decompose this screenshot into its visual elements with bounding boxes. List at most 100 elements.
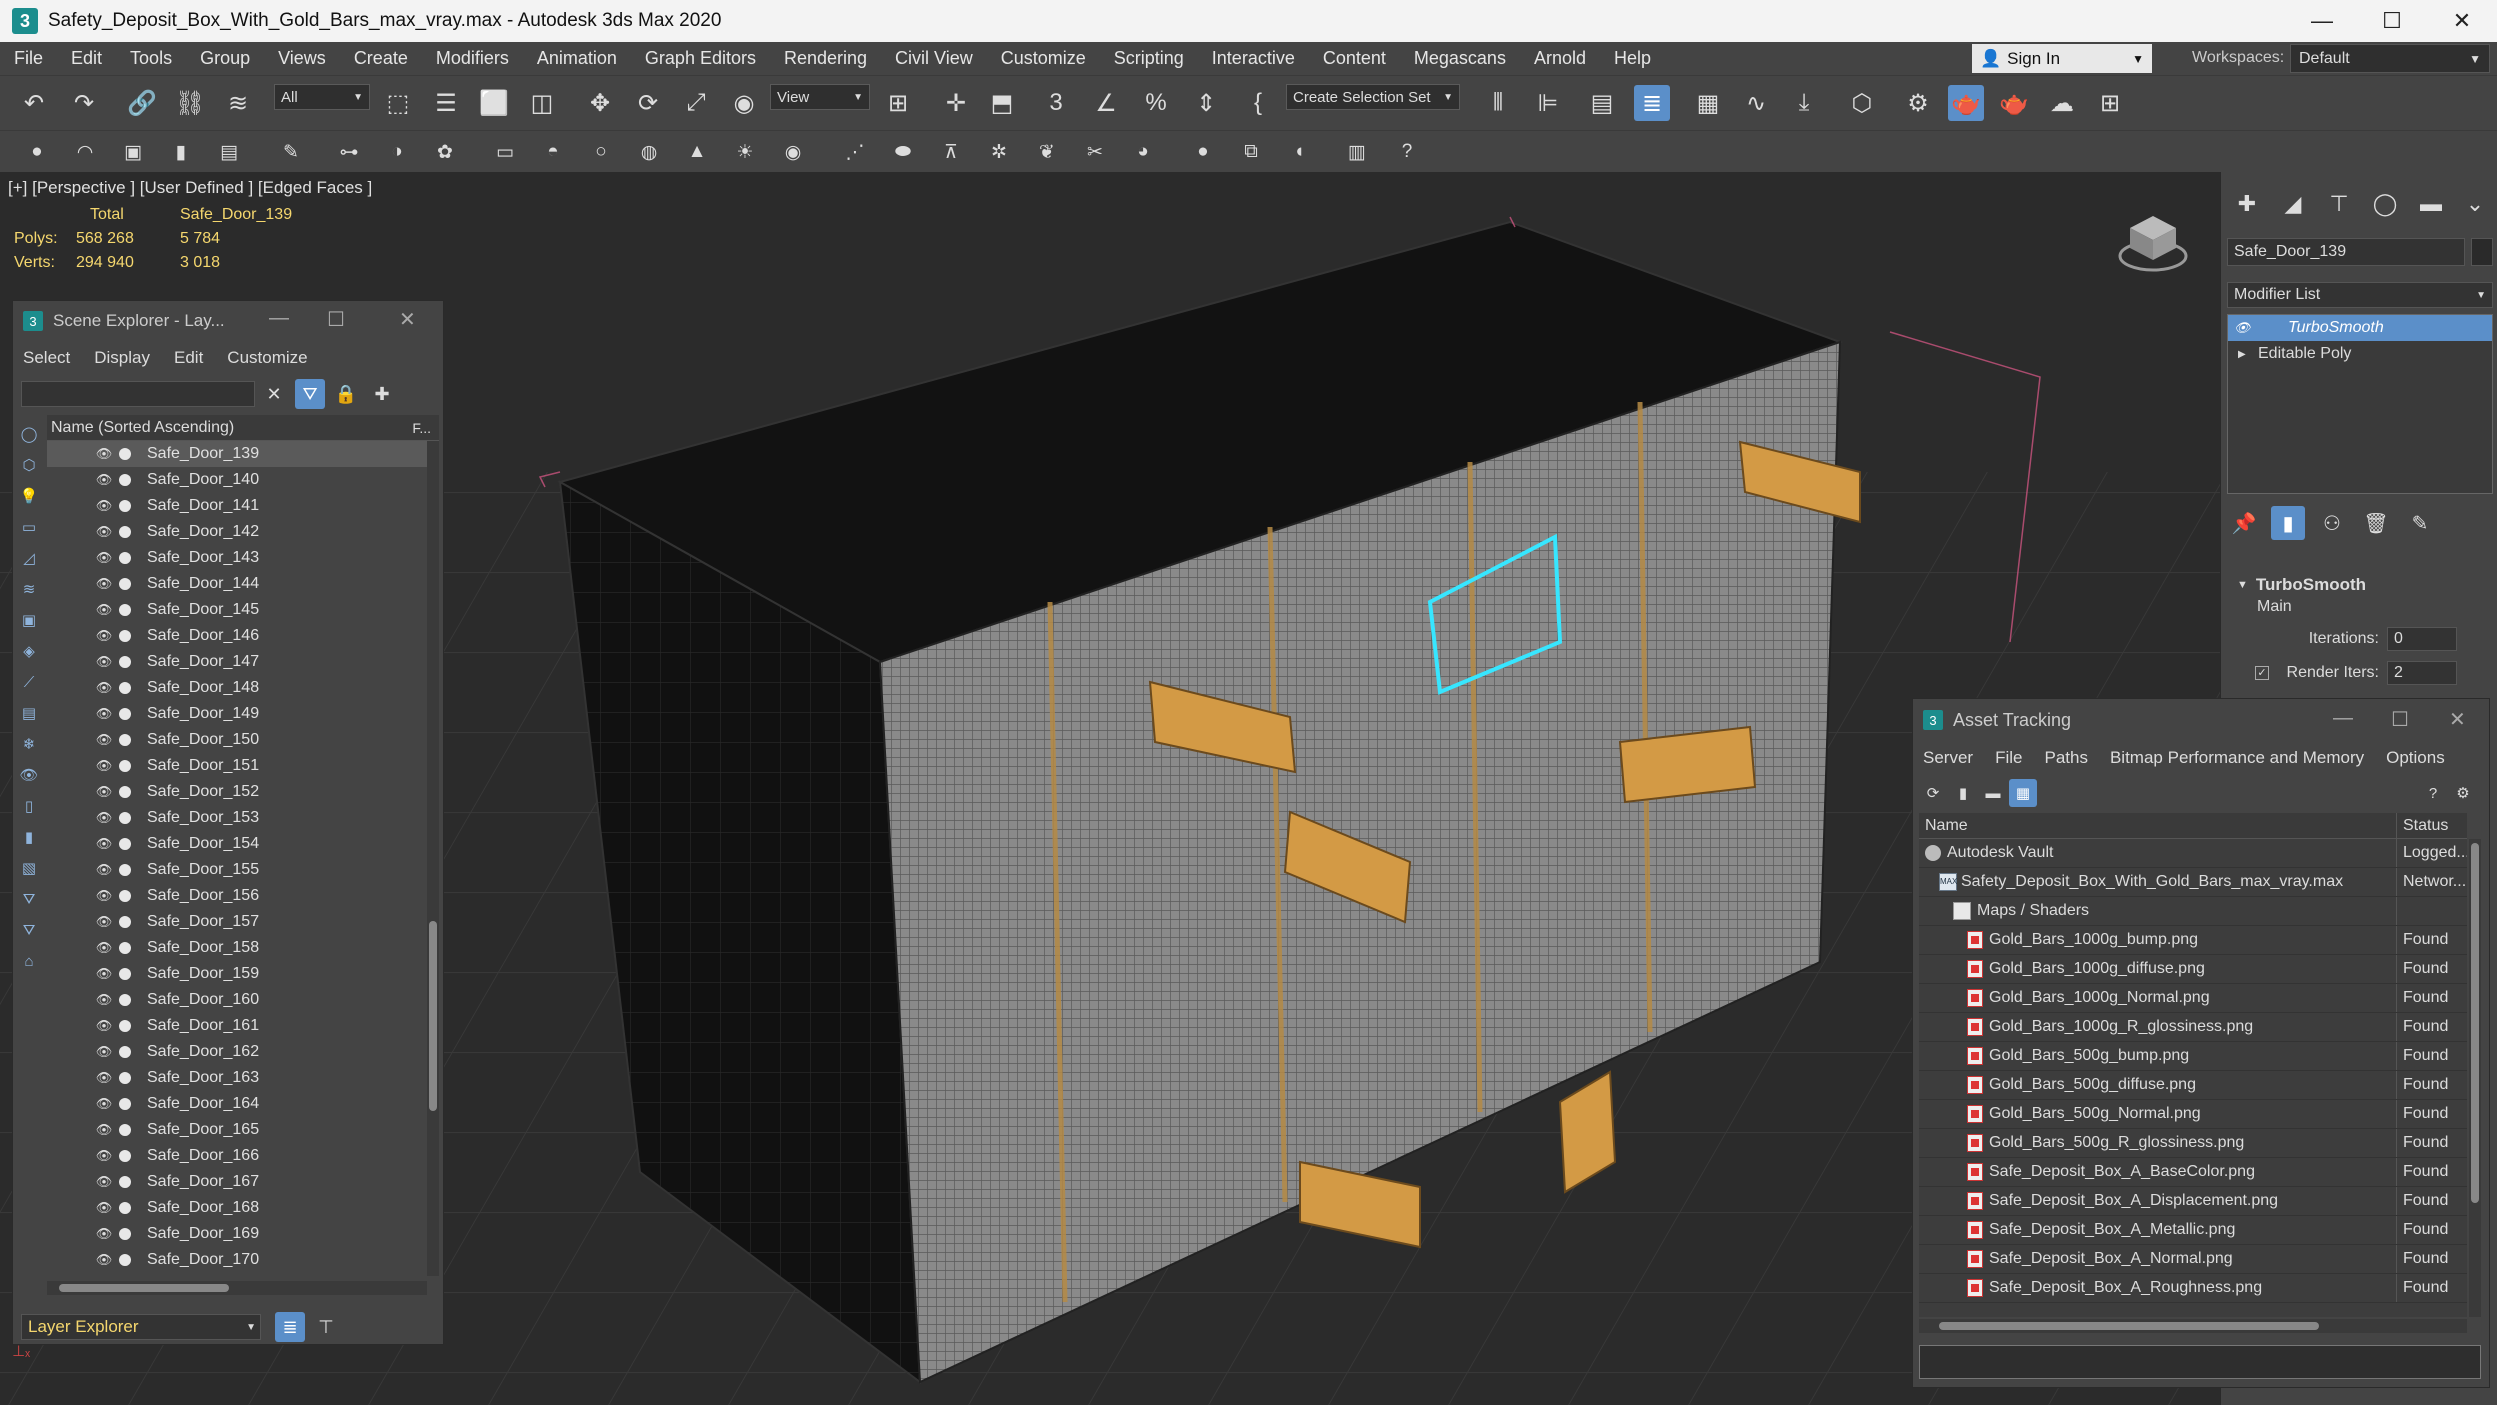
dome-light-icon[interactable]: ◓ xyxy=(538,137,568,167)
keyboard-shortcut-icon[interactable]: ⬒ xyxy=(984,85,1020,121)
horizontal-scrollbar[interactable] xyxy=(1919,1319,2467,1333)
eye-icon[interactable]: 👁 xyxy=(95,602,113,618)
eye-icon[interactable]: 👁 xyxy=(95,628,113,644)
menu-create[interactable]: Create xyxy=(340,48,422,69)
object-name-field[interactable]: Safe_Door_139 xyxy=(2227,238,2465,266)
list-item[interactable]: 👁 Safe_Door_144 xyxy=(47,571,427,597)
list-item[interactable]: 👁 Safe_Door_155 xyxy=(47,857,427,883)
help-icon[interactable]: ? xyxy=(1392,137,1422,167)
list-item[interactable]: 👁 Safe_Door_159 xyxy=(47,961,427,987)
menu-scripting[interactable]: Scripting xyxy=(1100,48,1198,69)
horizontal-scrollbar[interactable] xyxy=(47,1281,427,1295)
se-menu-display[interactable]: Display xyxy=(94,348,150,368)
column-frozen-header[interactable]: F... xyxy=(412,420,431,436)
list-item[interactable]: 👁 Safe_Door_145 xyxy=(47,597,427,623)
percent-snap-icon[interactable]: % xyxy=(1138,85,1174,121)
asset-path-field[interactable] xyxy=(1919,1345,2481,1379)
box-icon[interactable]: ▣ xyxy=(118,137,148,167)
menu-animation[interactable]: Animation xyxy=(523,48,631,69)
sphere-light-icon[interactable]: ○ xyxy=(586,137,616,167)
rendered-frame-window-icon[interactable]: 🫖 xyxy=(1948,85,1984,121)
list-item[interactable]: 👁 Safe_Door_163 xyxy=(47,1065,427,1091)
menu-customize[interactable]: Customize xyxy=(987,48,1100,69)
plant-icon[interactable]: ❦ xyxy=(1032,137,1062,167)
menu-megascans[interactable]: Megascans xyxy=(1400,48,1520,69)
angle-snap-icon[interactable]: ∠ xyxy=(1088,85,1124,121)
table-row[interactable]: Gold_Bars_500g_diffuse.png Found xyxy=(1919,1071,2467,1100)
filter-toggle-icon[interactable]: ⛛ xyxy=(15,885,43,913)
eye-icon[interactable]: 👁 xyxy=(95,472,113,488)
expand-arrow-icon[interactable]: ▶ xyxy=(2238,349,2246,360)
display-groups-icon[interactable]: ▣ xyxy=(15,606,43,634)
undo-icon[interactable]: ↶ xyxy=(16,85,52,121)
table-row[interactable]: Gold_Bars_1000g_diffuse.png Found xyxy=(1919,955,2467,984)
array-icon[interactable]: ▤ xyxy=(214,137,244,167)
add-layer-icon[interactable]: ✚ xyxy=(367,379,397,409)
eye-icon[interactable]: 👁 xyxy=(95,680,113,696)
display-none-icon[interactable]: ▮ xyxy=(15,823,43,851)
sort-by-hierarchy-icon[interactable]: ⊤ xyxy=(311,1312,341,1342)
eye-icon[interactable]: 👁 xyxy=(95,992,113,1008)
minimize-icon[interactable]: — xyxy=(269,307,289,330)
at-menu-file[interactable]: File xyxy=(1995,748,2022,768)
select-object-icon[interactable]: ⬚ xyxy=(380,85,416,121)
grid-view-icon[interactable]: ▦ xyxy=(2009,779,2037,807)
list-item[interactable]: 👁 Safe_Door_151 xyxy=(47,753,427,779)
list-item[interactable]: 👁 Safe_Door_142 xyxy=(47,519,427,545)
list-item[interactable]: 👁 Safe_Door_160 xyxy=(47,987,427,1013)
list-item[interactable]: 👁 Safe_Door_152 xyxy=(47,779,427,805)
column-name-header[interactable]: Name (Sorted Ascending) xyxy=(51,419,234,437)
env-fog-icon[interactable]: ● xyxy=(1188,137,1218,167)
volume-grid-icon[interactable]: ✲ xyxy=(984,137,1014,167)
maximize-icon[interactable]: ☐ xyxy=(2391,707,2409,732)
eye-icon[interactable]: 👁 xyxy=(95,784,113,800)
window-crossing-icon[interactable]: ◫ xyxy=(524,85,560,121)
stack-item-turbosmooth[interactable]: 👁 TurboSmooth xyxy=(2228,315,2492,341)
table-row[interactable]: Maps / Shaders xyxy=(1919,897,2467,926)
eye-icon[interactable]: 👁 xyxy=(95,706,113,722)
link-icon[interactable]: 🔗 xyxy=(124,85,160,121)
table-row[interactable]: Gold_Bars_1000g_R_glossiness.png Found xyxy=(1919,1013,2467,1042)
move-icon[interactable]: ✥ xyxy=(582,85,618,121)
lock-icon[interactable]: 🔒 xyxy=(331,379,361,409)
pivot-center-icon[interactable]: ⊞ xyxy=(880,85,916,121)
display-spacewarps-icon[interactable]: ≋ xyxy=(15,575,43,603)
create-tab-icon[interactable]: ✚ xyxy=(2229,186,2265,222)
minimize-button[interactable]: — xyxy=(2287,0,2357,42)
scene-explorer-search-input[interactable] xyxy=(21,381,255,407)
cylinder-icon[interactable]: ▮ xyxy=(166,137,196,167)
selection-filter-dropdown[interactable]: All ▼ xyxy=(274,84,370,110)
proxy-icon[interactable]: ⬬ xyxy=(888,137,918,167)
list-item[interactable]: 👁 Safe_Door_168 xyxy=(47,1195,427,1221)
menu-content[interactable]: Content xyxy=(1309,48,1400,69)
fur-icon[interactable]: ⋰ xyxy=(840,137,870,167)
table-row[interactable]: Gold_Bars_500g_Normal.png Found xyxy=(1919,1100,2467,1129)
eye-icon[interactable]: 👁 xyxy=(95,940,113,956)
menu-edit[interactable]: Edit xyxy=(57,48,116,69)
eye-icon[interactable]: 👁 xyxy=(95,1070,113,1086)
filter-options-icon[interactable]: ⛛ xyxy=(15,916,43,944)
list-item[interactable]: 👁 Safe_Door_170 xyxy=(47,1247,427,1273)
spinner-snap-icon[interactable]: ⇕ xyxy=(1188,85,1224,121)
rotate-icon[interactable]: ⟳ xyxy=(630,85,666,121)
light-icon[interactable]: ✎ xyxy=(276,137,306,167)
tag-icon[interactable]: ⌂ xyxy=(15,947,43,975)
eye-icon[interactable]: 👁 xyxy=(95,1174,113,1190)
list-item[interactable]: 👁 Safe_Door_153 xyxy=(47,805,427,831)
display-shapes-icon[interactable]: ⬡ xyxy=(15,451,43,479)
menu-modifiers[interactable]: Modifiers xyxy=(422,48,523,69)
close-icon[interactable]: ✕ xyxy=(2449,707,2466,732)
workspaces-dropdown[interactable]: Default ▼ xyxy=(2290,44,2490,73)
menu-rendering[interactable]: Rendering xyxy=(770,48,881,69)
toon-icon[interactable]: ◕ xyxy=(1128,137,1158,167)
hierarchy-tab-icon[interactable]: ⊤ xyxy=(2321,186,2357,222)
se-menu-customize[interactable]: Customize xyxy=(227,348,307,368)
select-manipulate-icon[interactable]: ✛ xyxy=(938,85,974,121)
named-selection-dropdown[interactable]: Create Selection Set ▼ xyxy=(1286,84,1460,110)
rollout-header[interactable]: ▼ TurboSmooth xyxy=(2227,572,2493,598)
clear-search-icon[interactable]: ✕ xyxy=(259,379,289,409)
eye-icon[interactable]: 👁 xyxy=(95,966,113,982)
eye-icon[interactable]: 👁 xyxy=(95,914,113,930)
list-item[interactable]: 👁 Safe_Door_165 xyxy=(47,1117,427,1143)
scrollbar-thumb[interactable] xyxy=(429,921,437,1111)
